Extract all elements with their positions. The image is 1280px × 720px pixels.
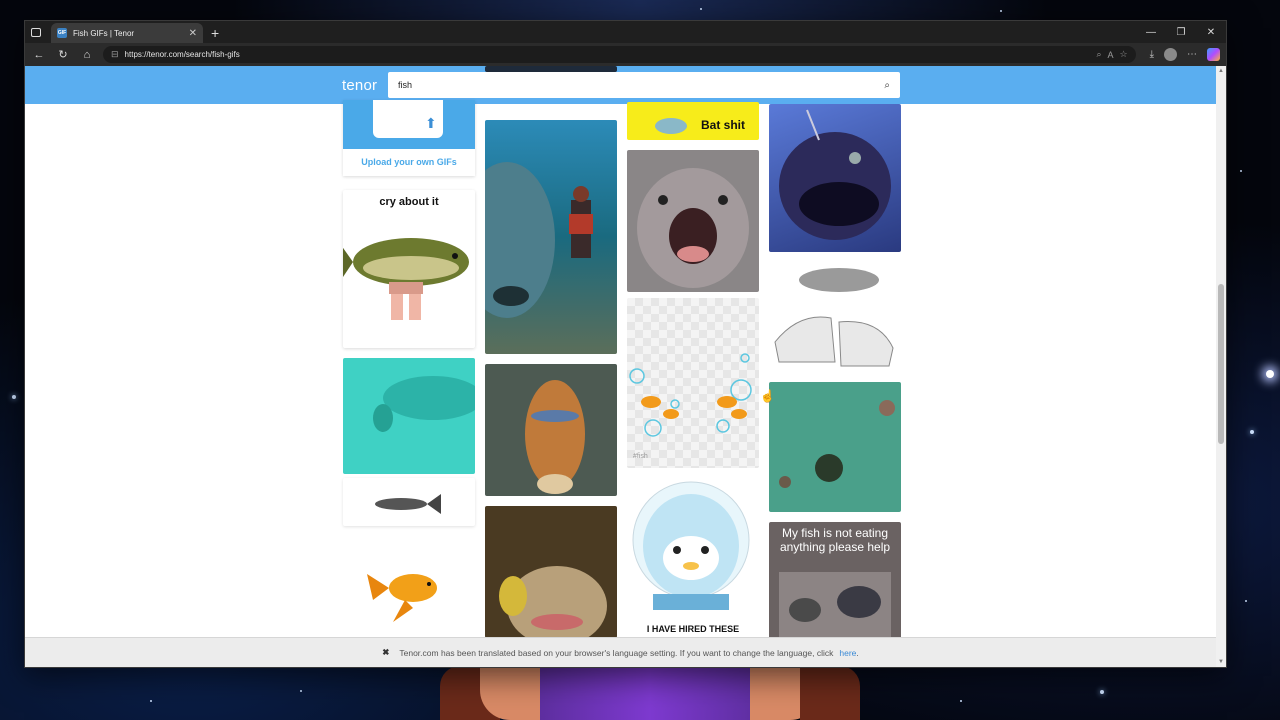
- menu-icon[interactable]: ⋯: [1187, 49, 1197, 60]
- tenor-logo[interactable]: tenor: [342, 77, 382, 94]
- banner-here-link[interactable]: here: [839, 648, 856, 658]
- gif-fish-not-eating[interactable]: My fish is not eating anything please he…: [769, 522, 901, 640]
- tenor-header: tenor fish ⌕: [25, 66, 1216, 104]
- penguin-fishbowl-image: [632, 481, 750, 610]
- zoom-icon[interactable]: ⌕: [1096, 49, 1101, 60]
- title-bar: GIF Fish GIFs | Tenor ✕ + — ❐ ✕: [25, 21, 1226, 43]
- gif-stingray[interactable]: [343, 358, 475, 474]
- star: [300, 690, 302, 692]
- tab-close-icon[interactable]: ✕: [189, 28, 197, 39]
- gif-dark-strip[interactable]: [485, 66, 617, 72]
- star: [150, 700, 152, 702]
- star: [960, 700, 962, 702]
- upload-card[interactable]: ⬆ Upload your own GIFs: [343, 100, 475, 176]
- gif-anglerfish[interactable]: [769, 104, 901, 252]
- gif-caption: Bat shit: [700, 118, 745, 132]
- scrollbar-thumb[interactable]: [1218, 284, 1224, 444]
- screaming-fish-image: [637, 168, 749, 288]
- upload-arrow-icon: ⬆: [425, 115, 437, 131]
- downloads-icon[interactable]: ⤓: [1150, 49, 1154, 60]
- banner-text: Tenor.com has been translated based on y…: [399, 647, 834, 658]
- window-controls: — ❐ ✕: [1136, 21, 1226, 43]
- gif-bat-shit[interactable]: Bat shit: [627, 102, 759, 140]
- gif-caption: My fish is not eating anything please he…: [779, 526, 891, 554]
- refresh-icon[interactable]: ↻: [55, 47, 71, 63]
- gif-cry-about-it[interactable]: cry about it: [343, 190, 475, 348]
- grouper-diver-image: [485, 162, 593, 318]
- hand-cursor-icon: ☝: [760, 389, 775, 403]
- gif-penguin-bowl[interactable]: [627, 476, 759, 610]
- star: [1100, 690, 1104, 694]
- close-icon[interactable]: ✕: [1196, 21, 1226, 43]
- anglerfish-image: [779, 109, 891, 240]
- url-text[interactable]: https://tenor.com/search/fish-gifs: [125, 50, 1091, 59]
- gif-small-fish[interactable]: [343, 478, 475, 526]
- hashtag-label: #fish: [633, 453, 648, 460]
- address-bar[interactable]: ⊟ https://tenor.com/search/fish-gifs ⌕ A…: [103, 46, 1136, 63]
- scroll-up-icon[interactable]: ▲: [1218, 68, 1224, 74]
- streamer-avatar: [440, 666, 860, 720]
- gif-aquarium-snails[interactable]: [769, 382, 901, 512]
- banner-end: .: [856, 647, 859, 658]
- gif-grouper-diver[interactable]: [485, 120, 617, 354]
- read-aloud-icon[interactable]: A: [1107, 50, 1113, 60]
- gif-triggerfish[interactable]: [485, 364, 617, 496]
- profile-avatar-icon[interactable]: [1164, 48, 1177, 61]
- goldfish-bubbles-image: [629, 353, 752, 437]
- star: [1245, 600, 1247, 602]
- search-icon[interactable]: ⌕: [884, 80, 890, 91]
- tenor-page: tenor fish ⌕ ⬆ Upload your own GIFs cry …: [25, 66, 1216, 667]
- star: [1250, 430, 1254, 434]
- tenor-favicon-icon: GIF: [57, 28, 67, 38]
- star: [12, 395, 16, 399]
- gif-caption: I HAVE HIRED THESE: [646, 624, 740, 634]
- star: [700, 8, 702, 10]
- search-query[interactable]: fish: [398, 80, 884, 90]
- favorite-star-icon[interactable]: ☆: [1120, 49, 1128, 60]
- minimize-icon[interactable]: —: [1136, 21, 1166, 43]
- toolbar-right: ⤓ ⋯: [1150, 48, 1220, 61]
- browser-toolbar: ← ↻ ⌂ ⊟ https://tenor.com/search/fish-gi…: [25, 43, 1226, 66]
- scroll-down-icon[interactable]: ▼: [1218, 659, 1224, 665]
- browser-window: GIF Fish GIFs | Tenor ✕ + — ❐ ✕ ← ↻ ⌂ ⊟ …: [24, 20, 1227, 668]
- search-input[interactable]: fish ⌕: [388, 72, 900, 98]
- tab-title: Fish GIFs | Tenor: [73, 28, 135, 38]
- restore-icon[interactable]: ❐: [1166, 21, 1196, 43]
- translation-banner: ✖ Tenor.com has been translated based on…: [25, 637, 1216, 667]
- copilot-icon[interactable]: [1207, 48, 1220, 61]
- gif-fish-sneakers[interactable]: [769, 262, 901, 372]
- new-tab-icon[interactable]: +: [211, 23, 219, 43]
- stingray-image: [373, 376, 475, 432]
- banner-close-icon[interactable]: ✖: [382, 647, 389, 658]
- star: [1000, 10, 1002, 12]
- fish-sneakers-image: [774, 268, 894, 367]
- star: [1240, 170, 1242, 172]
- back-icon[interactable]: ←: [31, 47, 47, 63]
- page-scrollbar[interactable]: ▲ ▼: [1216, 66, 1226, 667]
- tab-active[interactable]: GIF Fish GIFs | Tenor ✕: [51, 23, 203, 43]
- aquarium-image: [779, 400, 895, 488]
- star: [1266, 370, 1274, 378]
- gif-goldfish-bubbles[interactable]: #fish: [627, 298, 759, 468]
- small-fish-image: [375, 494, 441, 514]
- fish-with-legs-image: [343, 238, 469, 320]
- pufferfish-image: [499, 566, 607, 638]
- gif-grid: ⬆ Upload your own GIFs cry about it Bat …: [25, 66, 1216, 667]
- home-icon[interactable]: ⌂: [79, 47, 95, 63]
- tab-actions-icon[interactable]: [25, 21, 47, 43]
- site-info-icon[interactable]: ⊟: [111, 49, 119, 60]
- upload-label[interactable]: Upload your own GIFs: [343, 157, 475, 167]
- gif-pufferfish[interactable]: [485, 506, 617, 638]
- triggerfish-image: [525, 380, 585, 494]
- gif-screaming-fish[interactable]: [627, 150, 759, 292]
